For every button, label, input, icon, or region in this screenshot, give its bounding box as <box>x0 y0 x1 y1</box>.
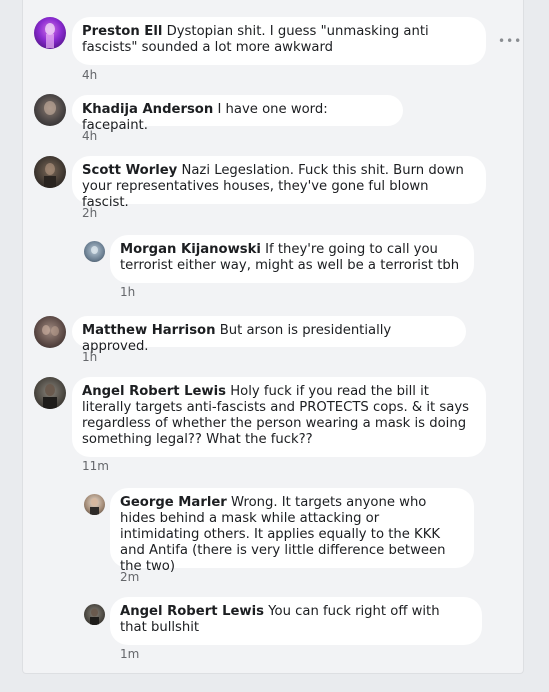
comment-author[interactable]: George Marler <box>120 495 227 510</box>
comment-bubble: Angel Robert Lewis You can fuck right of… <box>110 597 482 645</box>
comment-author[interactable]: Khadija Anderson <box>82 102 213 117</box>
more-options-icon[interactable]: ••• <box>498 34 522 48</box>
comment-bubble: George Marler Wrong. It targets anyone w… <box>110 488 474 574</box>
avatar[interactable] <box>34 377 66 409</box>
comment-bubble: Matthew Harrison But arson is presidenti… <box>72 316 466 354</box>
avatar[interactable] <box>84 494 105 515</box>
comment-time[interactable]: 11m <box>82 459 109 473</box>
comment-bubble: Morgan Kijanowski If they're going to ca… <box>110 235 474 283</box>
comment-author[interactable]: Angel Robert Lewis <box>82 384 226 399</box>
comment-time[interactable]: 4h <box>82 68 97 82</box>
comment-time[interactable]: 2m <box>120 570 139 584</box>
comment-time[interactable]: 1m <box>120 647 139 661</box>
comment-time[interactable]: 1h <box>82 350 97 364</box>
avatar[interactable] <box>34 17 66 49</box>
comment-bubble: Khadija Anderson I have one word: facepa… <box>72 95 403 133</box>
comment-bubble: Scott Worley Nazi Legeslation. Fuck this… <box>72 156 486 210</box>
comment-time[interactable]: 4h <box>82 129 97 143</box>
comment-bubble: Preston Ell Dystopian shit. I guess "unm… <box>72 17 486 65</box>
comment-author[interactable]: Morgan Kijanowski <box>120 242 261 257</box>
comment-time[interactable]: 1h <box>120 285 135 299</box>
avatar[interactable] <box>84 604 105 625</box>
comment-bubble: Angel Robert Lewis Holy fuck if you read… <box>72 377 486 457</box>
comment-author[interactable]: Angel Robert Lewis <box>120 604 264 619</box>
comment-author[interactable]: Matthew Harrison <box>82 323 216 338</box>
avatar[interactable] <box>84 241 105 262</box>
comment-time[interactable]: 2h <box>82 206 97 220</box>
avatar[interactable] <box>34 94 66 126</box>
avatar[interactable] <box>34 316 66 348</box>
comment-author[interactable]: Preston Ell <box>82 24 162 39</box>
comment-author[interactable]: Scott Worley <box>82 163 177 178</box>
avatar[interactable] <box>34 156 66 188</box>
